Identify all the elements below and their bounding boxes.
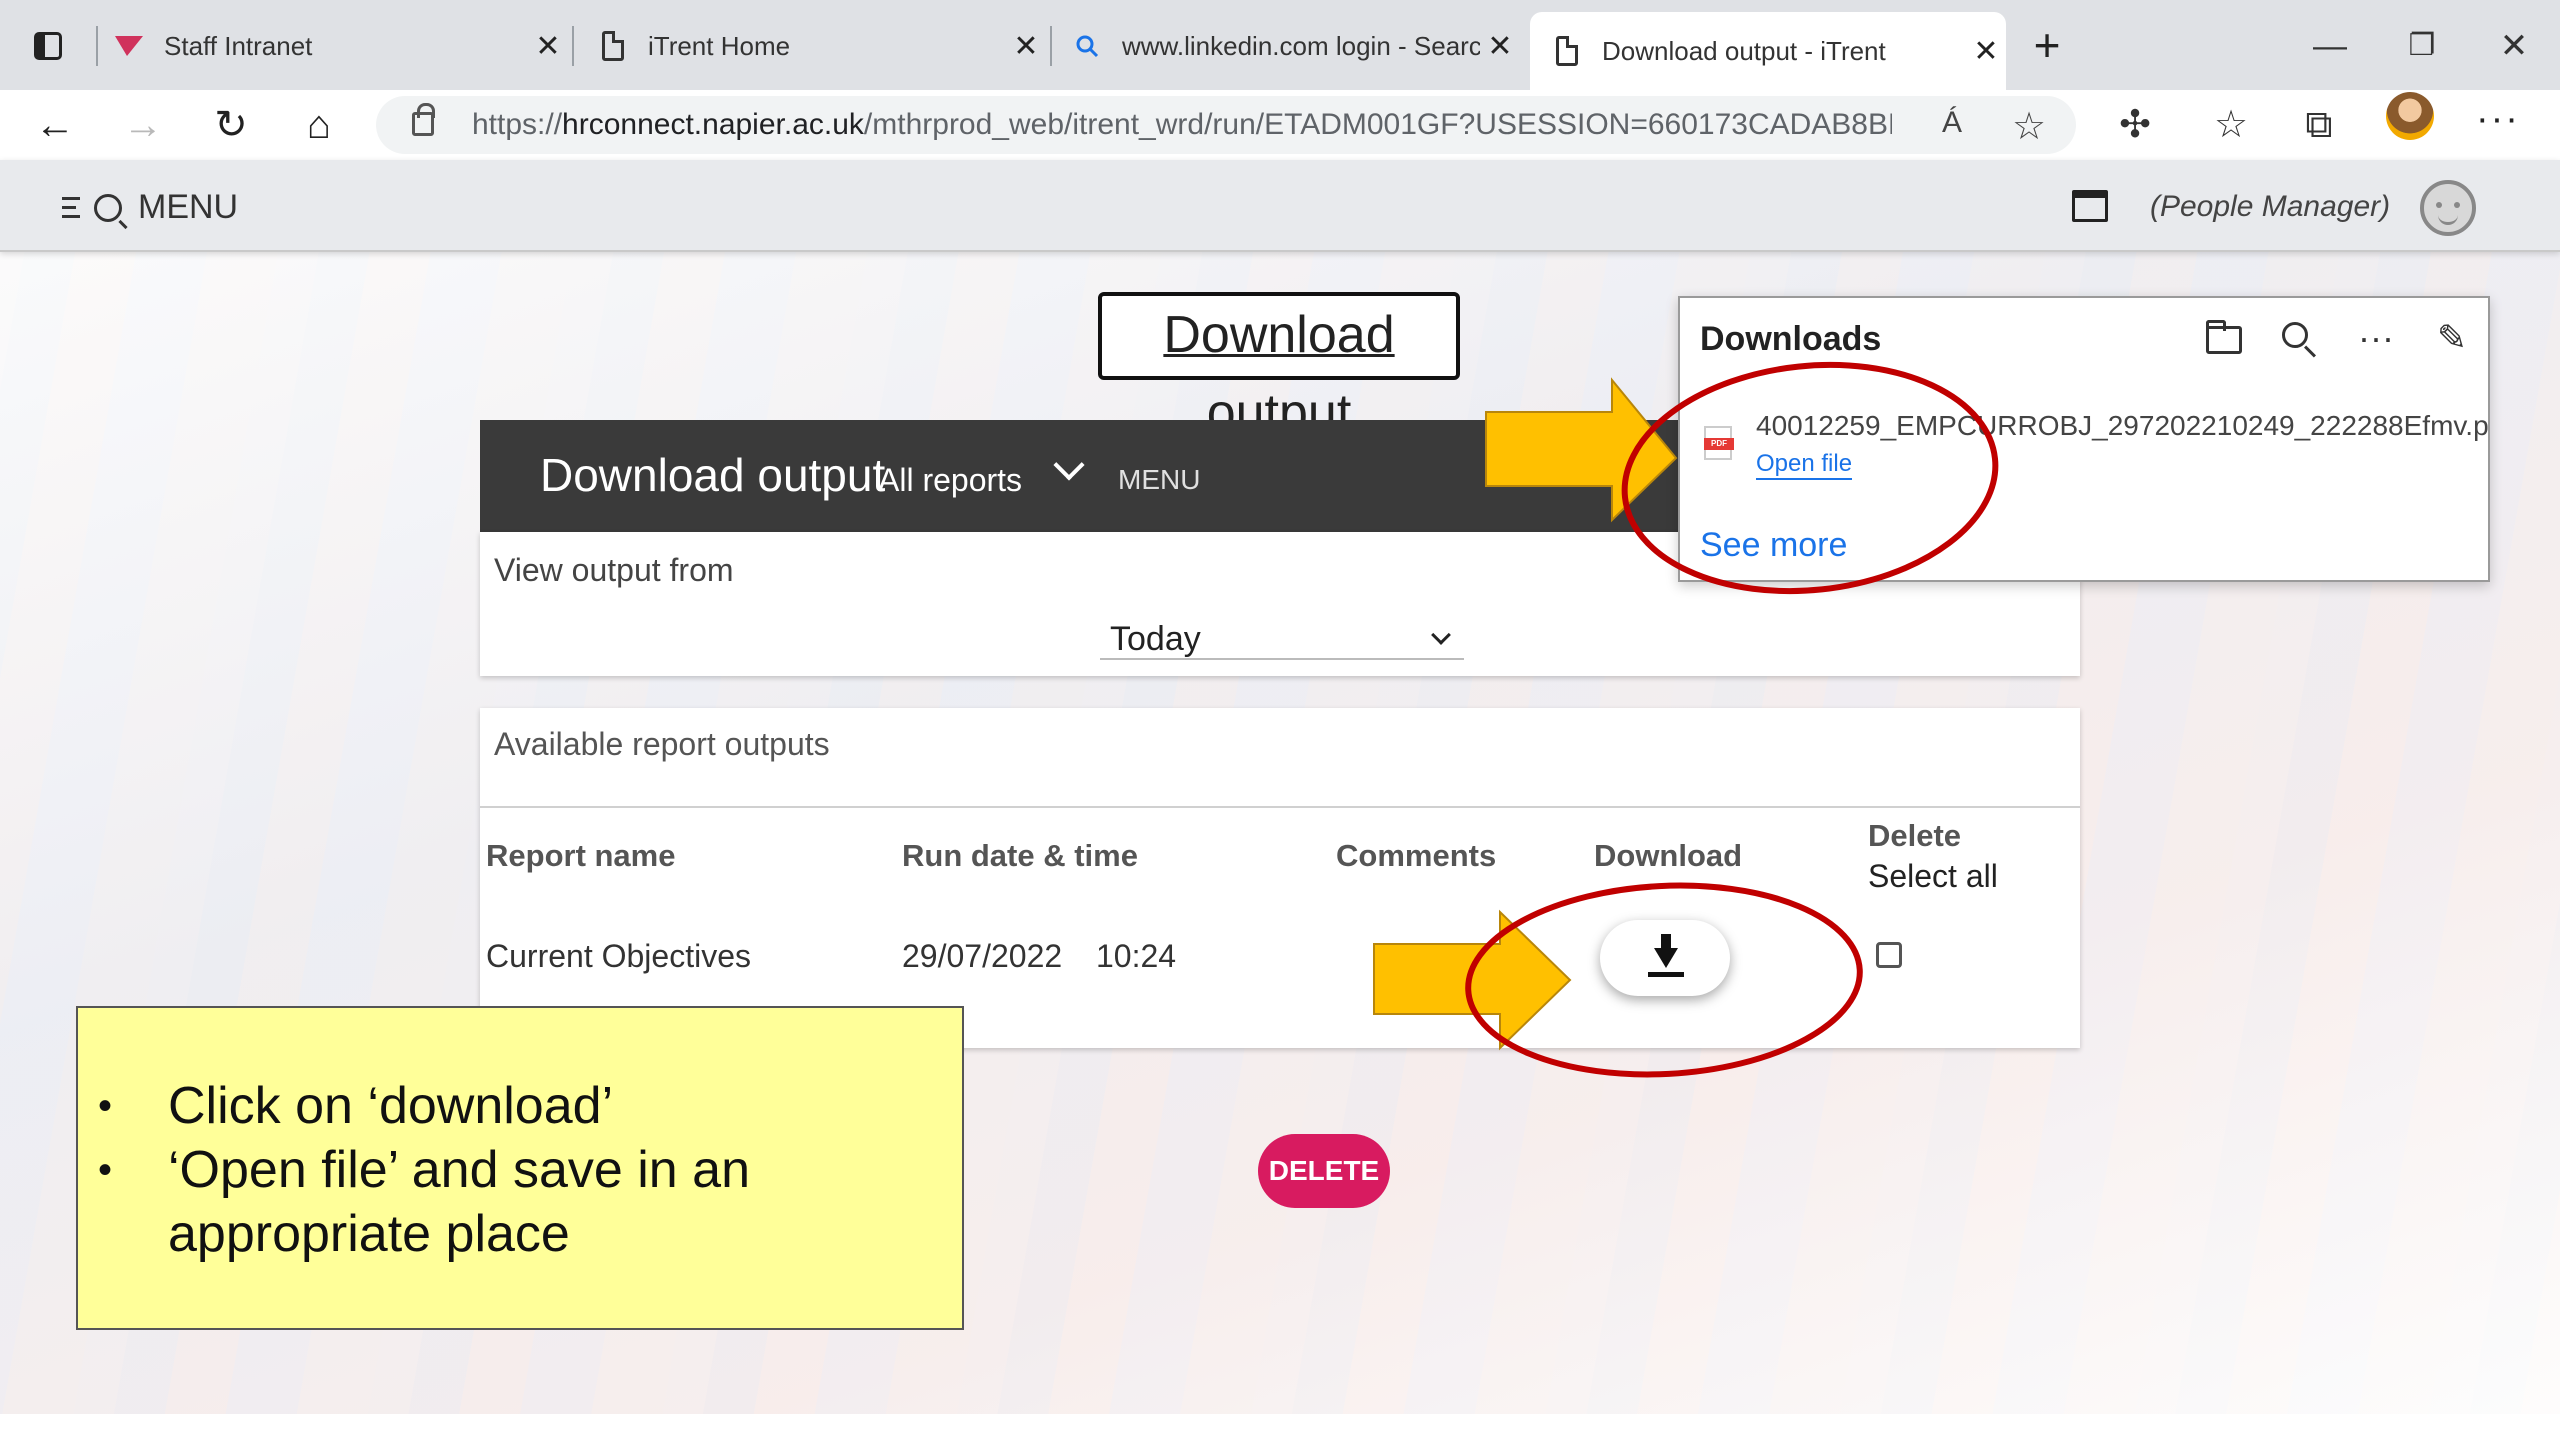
close-tab-icon[interactable]: ✕: [528, 26, 568, 66]
close-tab-icon[interactable]: ✕: [1480, 26, 1520, 66]
search-icon[interactable]: [2274, 314, 2322, 362]
refresh-button[interactable]: ↻: [206, 100, 256, 150]
column-header-download: Download: [1594, 838, 1743, 873]
delete-checkbox[interactable]: [1876, 942, 1902, 968]
page-title: Download output: [1098, 292, 1460, 442]
instruction-list: Click on ‘download’ ‘Open file’ and save…: [98, 1074, 948, 1266]
tab-itrent-home[interactable]: iTrent Home ✕: [596, 12, 1046, 80]
filter-label: View output from: [494, 552, 734, 588]
close-tab-icon[interactable]: ✕: [1966, 31, 2006, 71]
extensions-icon[interactable]: ✣: [2110, 100, 2160, 150]
intranet-favicon-icon: [112, 29, 146, 63]
open-file-link[interactable]: Open file: [1756, 450, 1853, 480]
more-options-icon[interactable]: ···: [2352, 314, 2400, 362]
instruction-callout: Click on ‘download’ ‘Open file’ and save…: [76, 1006, 964, 1330]
search-icon: [1070, 29, 1104, 63]
run-date-cell: 29/07/2022: [902, 938, 1063, 974]
see-more-link[interactable]: See more: [1700, 526, 1847, 565]
app-menu-label: MENU: [138, 188, 239, 226]
column-header-run-date: Run date & time: [902, 838, 1138, 873]
favorites-icon[interactable]: ☆: [2206, 100, 2256, 150]
user-avatar[interactable]: [2420, 180, 2476, 236]
outputs-caption: Available report outputs: [494, 726, 830, 762]
column-header-report-name: Report name: [486, 838, 676, 873]
downloads-title: Downloads: [1700, 320, 1882, 358]
window-icon[interactable]: [2072, 190, 2108, 222]
chevron-down-icon[interactable]: [1053, 449, 1085, 481]
restore-button[interactable]: ❐: [2392, 18, 2452, 74]
browser-more-icon[interactable]: ···: [2476, 98, 2520, 141]
lock-icon[interactable]: [412, 103, 435, 136]
output-period-value[interactable]: Today: [1110, 620, 1201, 659]
menu-lines-icon: [62, 195, 92, 221]
forward-button[interactable]: →: [118, 100, 168, 150]
panel-subtitle: All reports: [878, 462, 1023, 498]
run-time-cell: 10:24: [1096, 938, 1177, 974]
report-outputs-card: Available report outputs Report name Run…: [480, 708, 2080, 1048]
report-name-cell: Current Objectives: [486, 938, 751, 974]
browser-toolbar: ← → ↻ ⌂ https://hrconnect.napier.ac.uk/m…: [0, 90, 2560, 160]
collections-icon[interactable]: ⧉: [2294, 100, 2344, 150]
tab-staff-intranet[interactable]: Staff Intranet ✕: [112, 12, 568, 80]
column-header-comments: Comments: [1336, 838, 1497, 873]
tab-title: Download output - iTrent: [1602, 35, 1886, 66]
delete-button[interactable]: DELETE: [1258, 1134, 1390, 1208]
instruction-item: ‘Open file’ and save in an appropriate p…: [98, 1138, 948, 1266]
tab-separator: [1050, 26, 1052, 66]
column-header-delete: Delete: [1868, 818, 1962, 853]
read-aloud-icon[interactable]: Á: [1942, 106, 1962, 140]
url-text[interactable]: https://hrconnect.napier.ac.uk/mthrprod_…: [472, 108, 1892, 142]
download-button[interactable]: [1600, 920, 1730, 996]
panel-menu-button[interactable]: MENU: [1118, 464, 1200, 496]
home-button[interactable]: ⌂: [294, 100, 344, 150]
tab-separator: [572, 26, 574, 66]
page-icon: [596, 29, 630, 63]
panel-title: Download output: [540, 449, 886, 501]
pdf-file-icon: PDF: [1704, 426, 1734, 460]
tab-separator: [96, 26, 98, 66]
close-tab-icon[interactable]: ✕: [1006, 26, 1046, 66]
browser-profile-avatar[interactable]: [2386, 92, 2434, 140]
app-menu-button[interactable]: MENU: [62, 188, 238, 227]
downloaded-file-name[interactable]: 40012259_EMPCURROBJ_297202210249_222288E…: [1756, 410, 2488, 442]
back-button[interactable]: ←: [30, 100, 80, 150]
tab-title: www.linkedin.com login - Search: [1122, 30, 1480, 61]
downloads-flyout: Downloads ··· ✎ PDF 40012259_EMPCURROBJ_…: [1678, 296, 2490, 582]
search-icon: [94, 193, 122, 222]
open-folder-icon[interactable]: [2198, 314, 2246, 362]
tab-download-output[interactable]: Download output - iTrent ✕: [1530, 12, 2006, 90]
divider: [480, 806, 2080, 808]
minimize-button[interactable]: —: [2300, 18, 2360, 74]
user-role: (People Manager): [2150, 190, 2391, 223]
select-all-link[interactable]: Select all: [1868, 858, 1998, 895]
new-tab-button[interactable]: +: [2022, 20, 2072, 70]
tab-actions-button[interactable]: [28, 26, 68, 66]
page-icon: [1550, 34, 1584, 68]
tab-title: iTrent Home: [648, 30, 791, 61]
browser-tab-strip: Staff Intranet ✕ iTrent Home ✕ www.linke…: [0, 0, 2560, 90]
close-window-button[interactable]: ✕: [2484, 18, 2544, 74]
instruction-item: Click on ‘download’: [98, 1074, 948, 1138]
pin-icon[interactable]: ✎: [2428, 314, 2476, 362]
tab-linkedin-search[interactable]: www.linkedin.com login - Search ✕: [1070, 12, 1520, 80]
address-bar[interactable]: https://hrconnect.napier.ac.uk/mthrprod_…: [376, 96, 2076, 154]
tab-actions-icon: [34, 32, 62, 60]
tab-title: Staff Intranet: [164, 30, 313, 61]
add-favorite-icon[interactable]: ☆: [2012, 104, 2046, 149]
